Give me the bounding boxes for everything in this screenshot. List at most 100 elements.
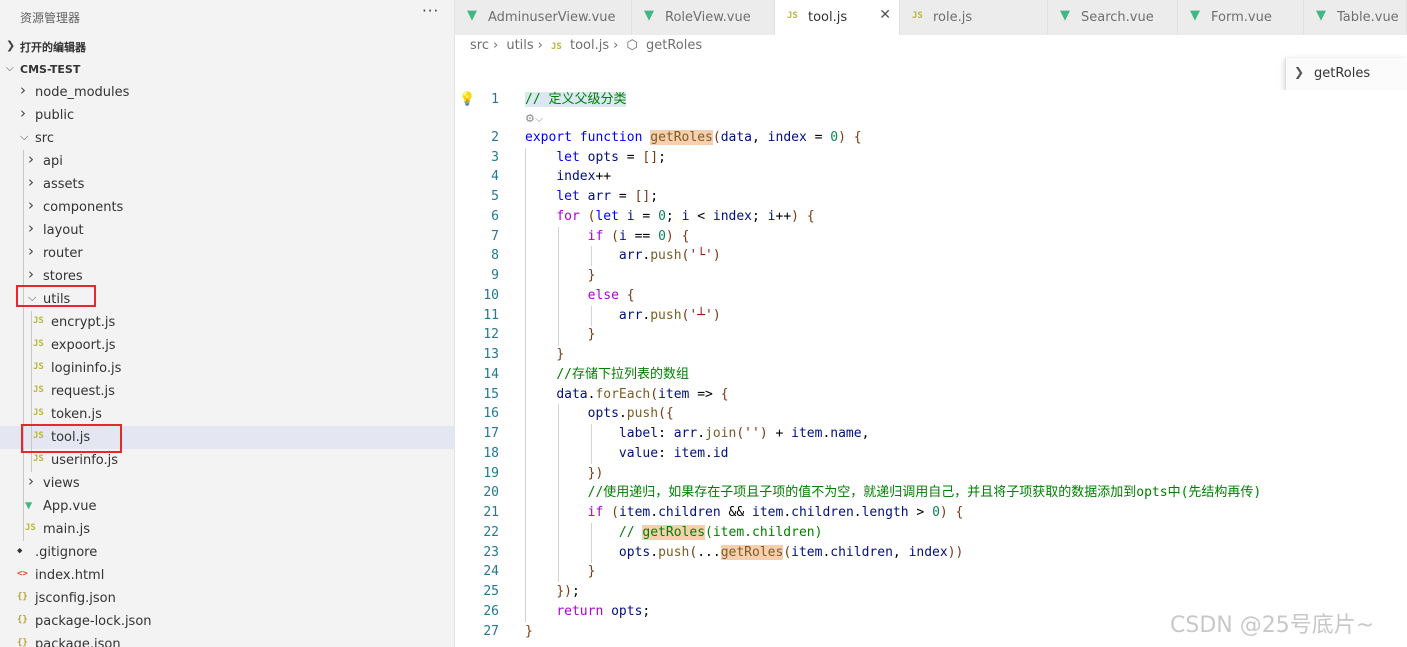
code-text: arr.push('┴'): [618, 308, 721, 323]
close-icon[interactable]: ✕: [879, 7, 891, 23]
chevron-down-icon: ⌵: [20, 130, 29, 143]
tree-item[interactable]: {} jsconfig.json: [0, 587, 454, 610]
annotation-box: [16, 285, 96, 307]
tree-item[interactable]: <> index.html: [0, 564, 454, 587]
explorer-sidebar: 资源管理器 ··· ❯ 打开的编辑器 ⌵ CMS-TEST › node_modu…: [0, 0, 455, 647]
line-number: 17: [483, 426, 499, 441]
tree-item[interactable]: › public: [0, 104, 454, 127]
tree-item[interactable]: ▼ App.vue: [0, 495, 454, 518]
tree-item[interactable]: {} package-lock.json: [0, 610, 454, 633]
line-number: 4: [491, 169, 499, 184]
code-line: 11 arr.push('┴'): [455, 306, 1407, 326]
tree-item-label: package.json: [35, 637, 121, 647]
tree-item[interactable]: JS request.js: [0, 380, 454, 403]
tab-label: AdminuserView.vue: [488, 10, 616, 25]
tree-item[interactable]: › api: [0, 150, 454, 173]
chevron-right-icon: ›: [20, 104, 26, 122]
tree-item[interactable]: ◆ .gitignore: [0, 541, 454, 564]
code-text: }): [587, 466, 604, 481]
tree-item-label: views: [43, 476, 80, 491]
tree-item-label: assets: [43, 177, 85, 192]
project-section[interactable]: ⌵ CMS-TEST: [0, 59, 454, 81]
code-text: });: [556, 584, 580, 599]
html-file-icon: <>: [17, 569, 28, 579]
codelens-icon[interactable]: ⚙⌵: [525, 112, 543, 126]
code-text: for (let i = 0; i < index; i++) {: [556, 209, 815, 224]
editor-tab[interactable]: JS tool.js ✕: [775, 0, 900, 35]
tree-item[interactable]: JS logininfo.js: [0, 357, 454, 380]
code-text: // getRoles(item.children): [618, 525, 823, 540]
chevron-right-icon: ›: [28, 173, 34, 191]
line-number: 8: [491, 248, 499, 263]
tree-item[interactable]: {} package.json: [0, 633, 454, 647]
tree-item[interactable]: JS main.js: [0, 518, 454, 541]
code-line: 22 // getRoles(item.children): [455, 523, 1407, 543]
tree-item[interactable]: › components: [0, 196, 454, 219]
js-file-icon: JS: [25, 523, 36, 533]
js-file-icon: JS: [551, 42, 562, 52]
js-file-icon: JS: [33, 454, 44, 464]
tree-item[interactable]: › router: [0, 242, 454, 265]
js-file-icon: JS: [33, 339, 44, 349]
line-number: 3: [491, 150, 499, 165]
tree-item[interactable]: JS encrypt.js: [0, 311, 454, 334]
editor-tab[interactable]: ▼ AdminuserView.vue: [455, 0, 632, 35]
json-file-icon: {}: [17, 615, 28, 625]
tree-item-label: main.js: [43, 522, 90, 537]
chevron-right-icon: ›: [20, 81, 26, 99]
tree-item[interactable]: › layout: [0, 219, 454, 242]
tree-item-label: index.html: [35, 568, 105, 583]
breadcrumb-separator-icon: ›: [492, 38, 499, 53]
git-file-icon: ◆: [17, 546, 23, 556]
tab-label: Search.vue: [1081, 10, 1154, 25]
vue-file-icon: ▼: [467, 8, 477, 23]
code-line: 3 let opts = [];: [455, 148, 1407, 168]
tree-item[interactable]: › views: [0, 472, 454, 495]
tree-item[interactable]: JS expoort.js: [0, 334, 454, 357]
editor-tab[interactable]: ▼ Form.vue: [1178, 0, 1304, 35]
tab-label: Table.vue: [1337, 10, 1399, 25]
line-number: 19: [483, 466, 499, 481]
tree-item-label: package-lock.json: [35, 614, 152, 629]
code-line: 8 arr.push('└'): [455, 246, 1407, 266]
code-line: 1 // 定义父级分类: [455, 90, 1407, 110]
code-editor[interactable]: 💡 ⚙⌵ 1// 定义父级分类 2 export function getRoles…: [455, 90, 1407, 647]
breadcrumb-src[interactable]: src: [470, 38, 489, 53]
line-number: 26: [483, 604, 499, 619]
js-file-icon: JS: [787, 11, 798, 21]
line-number: 20: [483, 485, 499, 500]
editor-tab[interactable]: ▼ Table.vue: [1304, 0, 1407, 35]
chevron-right-icon: ›: [28, 150, 34, 168]
more-actions-icon[interactable]: ···: [422, 2, 439, 20]
sticky-scroll-widget[interactable]: ❯ getRoles: [1285, 58, 1407, 90]
vue-file-icon: ▼: [644, 8, 654, 23]
code-line: 24 }: [455, 562, 1407, 582]
code-line: 7 if (i == 0) {: [455, 227, 1407, 247]
editor-tab[interactable]: ▼ RoleView.vue: [632, 0, 775, 35]
code-line: 5 let arr = [];: [455, 187, 1407, 207]
tree-item[interactable]: › node_modules: [0, 81, 454, 104]
tree-item-label: request.js: [51, 384, 115, 399]
code-line: 16 opts.push({: [455, 404, 1407, 424]
code-text: }: [525, 624, 533, 639]
code-line: 18 value: item.id: [455, 444, 1407, 464]
editor-tab[interactable]: ▼ Search.vue: [1048, 0, 1178, 35]
editor-tab[interactable]: JS role.js: [900, 0, 1048, 35]
chevron-right-icon: ›: [28, 219, 34, 237]
code-text: data.forEach(item => {: [556, 387, 729, 402]
line-number: 15: [483, 387, 499, 402]
code-text: if (i == 0) {: [587, 229, 690, 244]
tree-item[interactable]: JS token.js: [0, 403, 454, 426]
breadcrumb-symbol[interactable]: getRoles: [646, 38, 702, 53]
tree-item[interactable]: ⌵ src: [0, 127, 454, 150]
open-editors-section[interactable]: ❯ 打开的编辑器: [0, 35, 454, 57]
line-number: 22: [483, 525, 499, 540]
breadcrumb-utils[interactable]: utils: [506, 38, 533, 53]
tree-item[interactable]: › assets: [0, 173, 454, 196]
line-number: 12: [483, 327, 499, 342]
chevron-right-icon: ›: [28, 242, 34, 260]
breadcrumb-file[interactable]: tool.js: [570, 38, 609, 53]
chevron-right-icon: ›: [28, 472, 34, 490]
code-line: 23 opts.push(...getRoles(item.children, …: [455, 543, 1407, 563]
code-line: 21 if (item.children && item.children.le…: [455, 503, 1407, 523]
